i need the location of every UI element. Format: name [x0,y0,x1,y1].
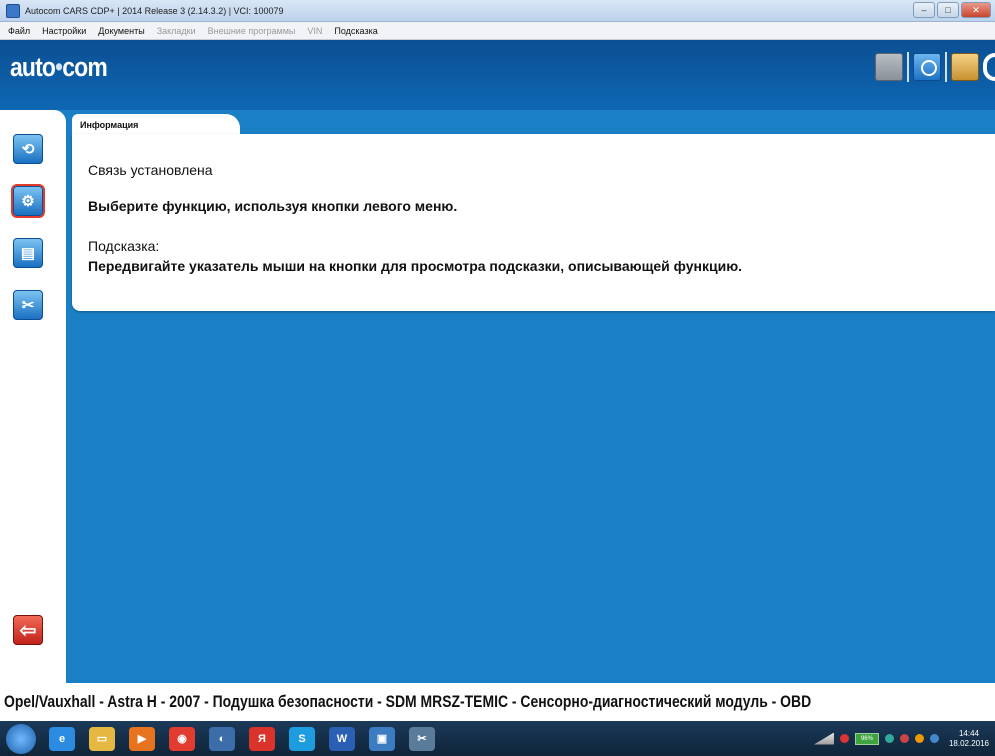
connection-icon: ⟲ [21,141,35,158]
tools-icon: ✂ [21,297,35,314]
left-toolbar: ⟲ ⚙ ▤ ✂ ⇦ [0,110,66,683]
connection-button[interactable]: ⟲ [13,134,43,164]
report-button[interactable]: ▤ [13,238,43,268]
tray-app-icon[interactable] [884,734,894,743]
connection-status: Связь установлена [88,162,213,178]
menu-help[interactable]: Подсказка [334,26,377,36]
menu-documents[interactable]: Документы [98,26,144,36]
chrome-icon[interactable]: ◉ [169,726,195,751]
minimize-button[interactable]: – [913,2,935,18]
media-player-icon[interactable]: ▶ [129,726,155,751]
network-icon[interactable] [839,734,849,743]
instruction-text: Выберите функцию, используя кнопки левог… [88,198,458,214]
menu-external-programs[interactable]: Внешние программы [208,26,296,36]
clock-icon[interactable] [913,53,941,81]
diagnostics-button[interactable]: ⚙ [13,186,43,216]
window-controls: – □ ✕ [913,2,991,18]
autocom-icon[interactable]: ✂ [409,726,435,751]
menu-bar: Файл Настройки Документы Закладки Внешни… [0,22,995,40]
car-app-icon[interactable]: ▣ [369,726,395,751]
tab-information[interactable]: Информация [72,114,240,136]
explorer-icon[interactable]: ▭ [89,726,115,751]
vehicle-status-bar: Opel/Vauxhall - Astra H - 2007 - Подушка… [0,683,995,721]
menu-file[interactable]: Файл [8,26,30,36]
menu-vin[interactable]: VIN [307,26,322,36]
battery-icon[interactable]: 96% [854,732,879,745]
autocom-logo: auto•com [10,52,108,82]
divider [945,52,947,82]
vehicle-info: Opel/Vauxhall - Astra H - 2007 - Подушка… [4,692,812,711]
back-arrow-icon: ⇦ [19,619,37,642]
clock-date: 18.02.2016 [948,738,989,748]
divider [907,52,909,82]
window-title: Autocom CARS CDP+ | 2014 Release 3 (2.14… [25,5,284,16]
maximize-button[interactable]: □ [937,2,959,18]
report-icon: ▤ [20,245,36,262]
clock[interactable]: 14:44 18.02.2016 [949,729,989,749]
close-button[interactable]: ✕ [961,2,991,18]
tray-app-icon[interactable] [929,734,939,743]
back-button[interactable]: ⇦ [13,615,43,645]
taskbar-apps: e ▭ ▶ ◉ ◐ Я S W ▣ ✂ [42,726,442,751]
tray-app-icon[interactable] [899,734,909,743]
settings-gear-icon[interactable] [983,53,995,81]
clock-time: 14:44 [958,728,979,738]
menu-settings[interactable]: Настройки [42,26,86,36]
ie-icon[interactable]: e [49,726,75,751]
hint-text: Передвигайте указатель мыши на кнопки дл… [88,258,743,274]
printer-icon[interactable] [875,53,903,81]
taskbar: e ▭ ▶ ◉ ◐ Я S W ▣ ✂ 96% 14:44 18.02.2016 [0,721,995,756]
yandex-icon[interactable]: Я [249,726,275,751]
speaker-icon[interactable]: ◐ [209,726,235,751]
tools-button[interactable]: ✂ [13,290,43,320]
hand-icon[interactable] [951,53,979,81]
diagnostics-icon: ⚙ [21,193,35,210]
title-bar: Autocom CARS CDP+ | 2014 Release 3 (2.14… [0,0,995,22]
start-button[interactable] [6,723,36,754]
header-tools [875,52,995,82]
signal-icon[interactable] [813,732,834,745]
app-header: auto•com [0,40,995,110]
app-icon [6,3,20,18]
skype-icon[interactable]: S [289,726,315,751]
tray-app-icon[interactable] [914,734,924,743]
word-icon[interactable]: W [329,726,355,751]
hint-title: Подсказка: [88,238,160,254]
info-panel: Связь установлена Выберите функцию, испо… [72,134,995,311]
menu-bookmarks[interactable]: Закладки [157,26,196,36]
system-tray: 96% 14:44 18.02.2016 [813,721,995,756]
